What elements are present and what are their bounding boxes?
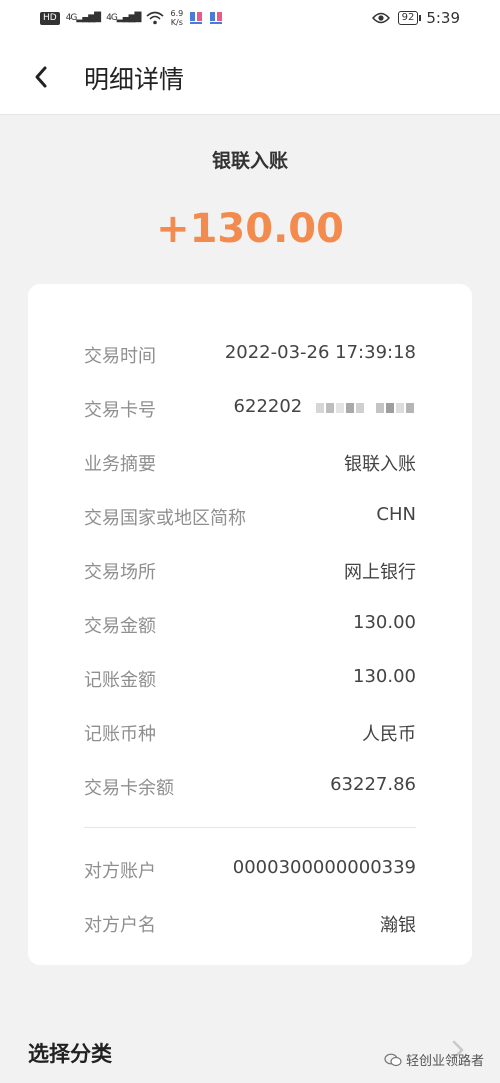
detail-row-counterparty-name: 对方户名 瀚银 [84,911,416,939]
detail-row-venue: 交易场所 网上银行 [84,558,416,586]
detail-label: 业务摘要 [84,454,156,475]
app-notification-icon-2 [210,12,223,24]
detail-label: 对方户名 [84,915,156,936]
detail-label: 对方账户 [84,861,156,882]
detail-row-posted-amount: 记账金额 130.00 [84,666,416,694]
detail-value: 人民币 [362,724,416,745]
transaction-type: 银联入账 [211,150,288,172]
detail-row-counterparty-account: 对方账户 0000300000000339 [84,857,416,885]
wechat-icon [384,1053,402,1066]
page-title: 明细详情 [84,65,185,94]
redacted-mosaic [316,397,416,418]
category-section[interactable]: 选择分类 轻创业领路者 [0,1020,500,1083]
watermark: 轻创业领路者 [384,1050,484,1069]
status-bar: HD 4G▂▄▆█ 4G▂▄▆█ 6.9 K/s 92 5:39 [0,0,500,40]
detail-label: 交易卡号 [84,400,156,421]
detail-label: 交易卡余额 [84,778,174,799]
hd-badge: HD [40,11,60,25]
detail-value: 130.00 [353,666,416,687]
detail-label: 交易金额 [84,616,156,637]
signal-icon: 4G▂▄▆█ [65,13,101,23]
detail-row-country: 交易国家或地区简称 CHN [84,504,416,532]
wifi-icon [146,11,165,25]
app-notification-icon [190,12,203,24]
detail-row-balance: 交易卡余额 63227.86 [84,774,416,802]
network-speed: 6.9 K/s [170,9,183,27]
speed-value: 6.9 [170,9,184,18]
speed-unit: K/s [170,18,183,27]
detail-label: 交易时间 [84,346,156,367]
detail-value: CHN [376,504,416,525]
detail-row-transaction-amount: 交易金额 130.00 [84,612,416,640]
transaction-amount: +130.00 [156,206,344,252]
detail-value-card: 622202 [234,396,416,418]
detail-label: 记账金额 [84,670,156,691]
detail-row-card-number: 交易卡号 622202 [84,396,416,424]
detail-value: 瀚银 [380,915,416,936]
battery-icon: 92 [397,11,422,25]
detail-row-summary: 业务摘要 银联入账 [84,450,416,478]
detail-value: 130.00 [353,612,416,633]
divider [84,827,416,828]
detail-value: 银联入账 [344,454,416,475]
clock: 5:39 [426,9,460,27]
detail-value: 2022-03-26 17:39:18 [224,342,416,363]
detail-row-currency: 记账币种 人民币 [84,720,416,748]
signal-label-1: 4G [65,13,78,23]
status-left: HD 4G▂▄▆█ 4G▂▄▆█ 6.9 K/s [40,9,223,27]
nav-bar: 明细详情 [0,40,500,115]
detail-label: 交易国家或地区简称 [84,508,246,529]
detail-label: 记账币种 [84,724,156,745]
chevron-left-icon [35,66,47,88]
signal-icon-2: 4G▂▄▆█ [106,13,141,23]
detail-row-time: 交易时间 2022-03-26 17:39:18 [84,342,416,370]
status-right: 92 5:39 [371,9,460,27]
detail-card: 交易时间 2022-03-26 17:39:18 交易卡号 622202 业务摘… [28,284,472,965]
watermark-text: 轻创业领路者 [406,1054,485,1069]
detail-value: 0000300000000339 [232,857,416,878]
category-label: 选择分类 [28,1042,112,1066]
card-number-prefix: 622202 [233,396,303,417]
detail-label: 交易场所 [84,562,156,583]
signal-label-2: 4G [106,13,118,23]
eye-icon [371,12,390,24]
detail-value: 网上银行 [344,562,416,583]
detail-value: 63227.86 [330,774,416,795]
back-button[interactable] [28,62,54,92]
